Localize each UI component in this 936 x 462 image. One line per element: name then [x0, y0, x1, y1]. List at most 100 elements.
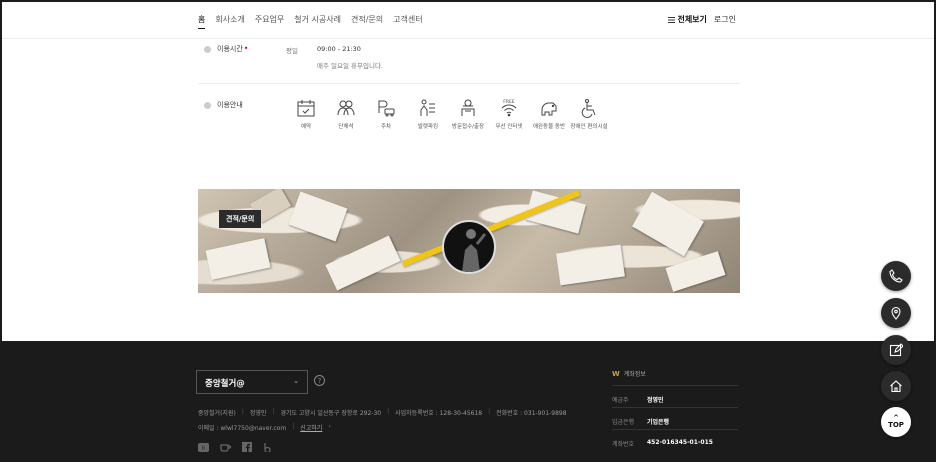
page-frame: 홈 회사소개 주요업무 철거 시공사례 견적/문의 고객센터 전체보기 로그인 …	[0, 0, 936, 462]
bullet-dot	[204, 101, 211, 109]
scroll-top-button[interactable]: ^ TOP	[881, 407, 911, 437]
amenities-label: 이용안내	[217, 101, 243, 109]
debris-shard	[665, 251, 726, 292]
wifi-icon: FREE	[501, 99, 517, 117]
group-icon	[337, 100, 355, 116]
account-key: 예금주	[612, 397, 629, 404]
visit-icon	[461, 99, 475, 116]
divider: |	[272, 408, 275, 415]
account-row-holder: 예금주 정영민	[612, 385, 738, 404]
debris-shard	[325, 235, 401, 291]
edit-icon	[889, 343, 903, 357]
amenity-label: 장애인 편의시설	[570, 124, 608, 130]
hours-row-label: 이용시간•	[204, 44, 248, 54]
home-icon	[890, 380, 902, 393]
company-select[interactable]: 중앙철거@ ⌄	[196, 370, 308, 394]
amenity-label: 단체석	[338, 124, 354, 130]
account-value: 기업은행	[647, 419, 670, 426]
company-info-line: 중앙철거(지원) | 정영민 | 경기도 고양시 일산동구 장항로 292-30…	[198, 408, 567, 417]
debris-shard	[556, 244, 625, 286]
section-divider	[198, 83, 740, 84]
amenity-wifi: FREE 무선 인터넷	[489, 98, 529, 130]
valet-icon	[420, 99, 435, 116]
worker-silhouette-icon	[462, 229, 487, 272]
wheelchair-icon	[581, 99, 596, 118]
amenity-visit: 방문접수/출장	[448, 98, 488, 130]
amenity-pets: 애완동물 동반	[529, 98, 569, 130]
amenity-reservation: 예약	[286, 98, 326, 130]
hours-label: 이용시간	[217, 45, 243, 53]
estimate-banner[interactable]: 견적/문의	[198, 189, 740, 293]
svg-text:b: b	[202, 445, 205, 451]
account-title-label: 계좌정보	[623, 371, 646, 378]
top-label: TOP	[888, 421, 904, 429]
social-links: b	[198, 442, 272, 452]
login-link[interactable]: 로그인	[714, 14, 736, 25]
debris-shard	[205, 238, 271, 280]
hours-note: 매주 일요일 휴무입니다.	[317, 62, 383, 70]
nav-estimate[interactable]: 견적/문의	[351, 14, 383, 29]
bullet-dot	[204, 45, 211, 53]
amenity-label: 발렛파킹	[417, 124, 439, 130]
required-mark: •	[243, 44, 249, 53]
amenity-group-seating: 단체석	[326, 98, 366, 130]
company-select-value: 중앙철거@	[205, 379, 245, 389]
company-email: 이메일 : wlwl7750@naver.com	[198, 425, 287, 432]
company-logo	[442, 220, 496, 274]
account-value: 정영민	[647, 397, 664, 404]
call-button[interactable]	[881, 261, 911, 291]
blog-icon[interactable]: b	[198, 442, 209, 452]
divider: |	[241, 408, 244, 415]
band-icon[interactable]	[263, 442, 272, 452]
chevron-down-icon: ⌄	[293, 377, 299, 385]
amenity-label: 애완동물 동반	[532, 124, 566, 130]
debris-shard	[632, 191, 704, 257]
nav-cases[interactable]: 철거 시공사례	[294, 14, 341, 29]
pet-icon	[541, 102, 557, 116]
divider: |	[292, 423, 295, 430]
cafe-icon[interactable]	[220, 442, 231, 452]
nav-services[interactable]: 주요업무	[255, 14, 284, 29]
company-contact-line: 이메일 : wlwl7750@naver.com | 신고하기 ›	[198, 423, 331, 432]
company-name: 중앙철거(지원)	[198, 410, 236, 417]
company-address: 경기도 고양시 일산동구 장항로 292-30	[280, 410, 382, 417]
nav-about[interactable]: 회사소개	[215, 14, 244, 29]
debris-shard	[288, 191, 348, 242]
nav-home[interactable]: 홈	[198, 14, 206, 29]
main-content: 홈 회사소개 주요업무 철거 시공사례 견적/문의 고객센터 전체보기 로그인 …	[2, 2, 934, 341]
account-value: 452-016345-01-015	[647, 439, 713, 446]
menu-icon	[668, 16, 676, 23]
location-button[interactable]	[881, 298, 911, 328]
amenity-label: 방문접수/출장	[451, 124, 485, 130]
wifi-free-text: FREE	[503, 99, 515, 105]
map-pin-icon	[891, 306, 901, 320]
account-key: 계좌번호	[612, 441, 635, 448]
banner-badge[interactable]: 견적/문의	[219, 210, 262, 228]
amenity-parking: 주차	[366, 98, 406, 130]
account-row-number: 계좌번호 452-016345-01-015	[612, 429, 738, 448]
view-all-button[interactable]: 전체보기	[668, 14, 707, 25]
calendar-icon	[297, 100, 315, 117]
nav-utilities: 전체보기 로그인	[668, 14, 736, 25]
business-number: 사업자등록번호 : 128-30-45618	[395, 410, 483, 417]
company-owner: 정영민	[249, 410, 267, 417]
facebook-icon[interactable]	[242, 442, 252, 452]
account-title: W 계좌정보	[612, 369, 646, 379]
amenity-accessibility: 장애인 편의시설	[569, 98, 609, 130]
divider: |	[387, 408, 390, 415]
chevron-right-icon: ›	[328, 423, 331, 430]
divider: |	[488, 408, 491, 415]
hours-time: 09:00 - 21:30	[317, 45, 361, 53]
report-link[interactable]: 신고하기	[300, 423, 322, 432]
write-button[interactable]	[881, 335, 911, 365]
nav-divider	[2, 38, 934, 39]
home-button[interactable]	[881, 371, 911, 401]
nav-support[interactable]: 고객센터	[393, 14, 422, 29]
main-nav: 홈 회사소개 주요업무 철거 시공사례 견적/문의 고객센터	[198, 14, 423, 29]
parking-icon	[378, 100, 395, 117]
help-icon[interactable]: ?	[314, 375, 325, 386]
won-icon: W	[612, 369, 620, 378]
amenity-valet: 발렛파킹	[408, 98, 448, 130]
amenity-label: 무선 인터넷	[495, 124, 523, 130]
account-key: 입금은행	[612, 419, 635, 426]
